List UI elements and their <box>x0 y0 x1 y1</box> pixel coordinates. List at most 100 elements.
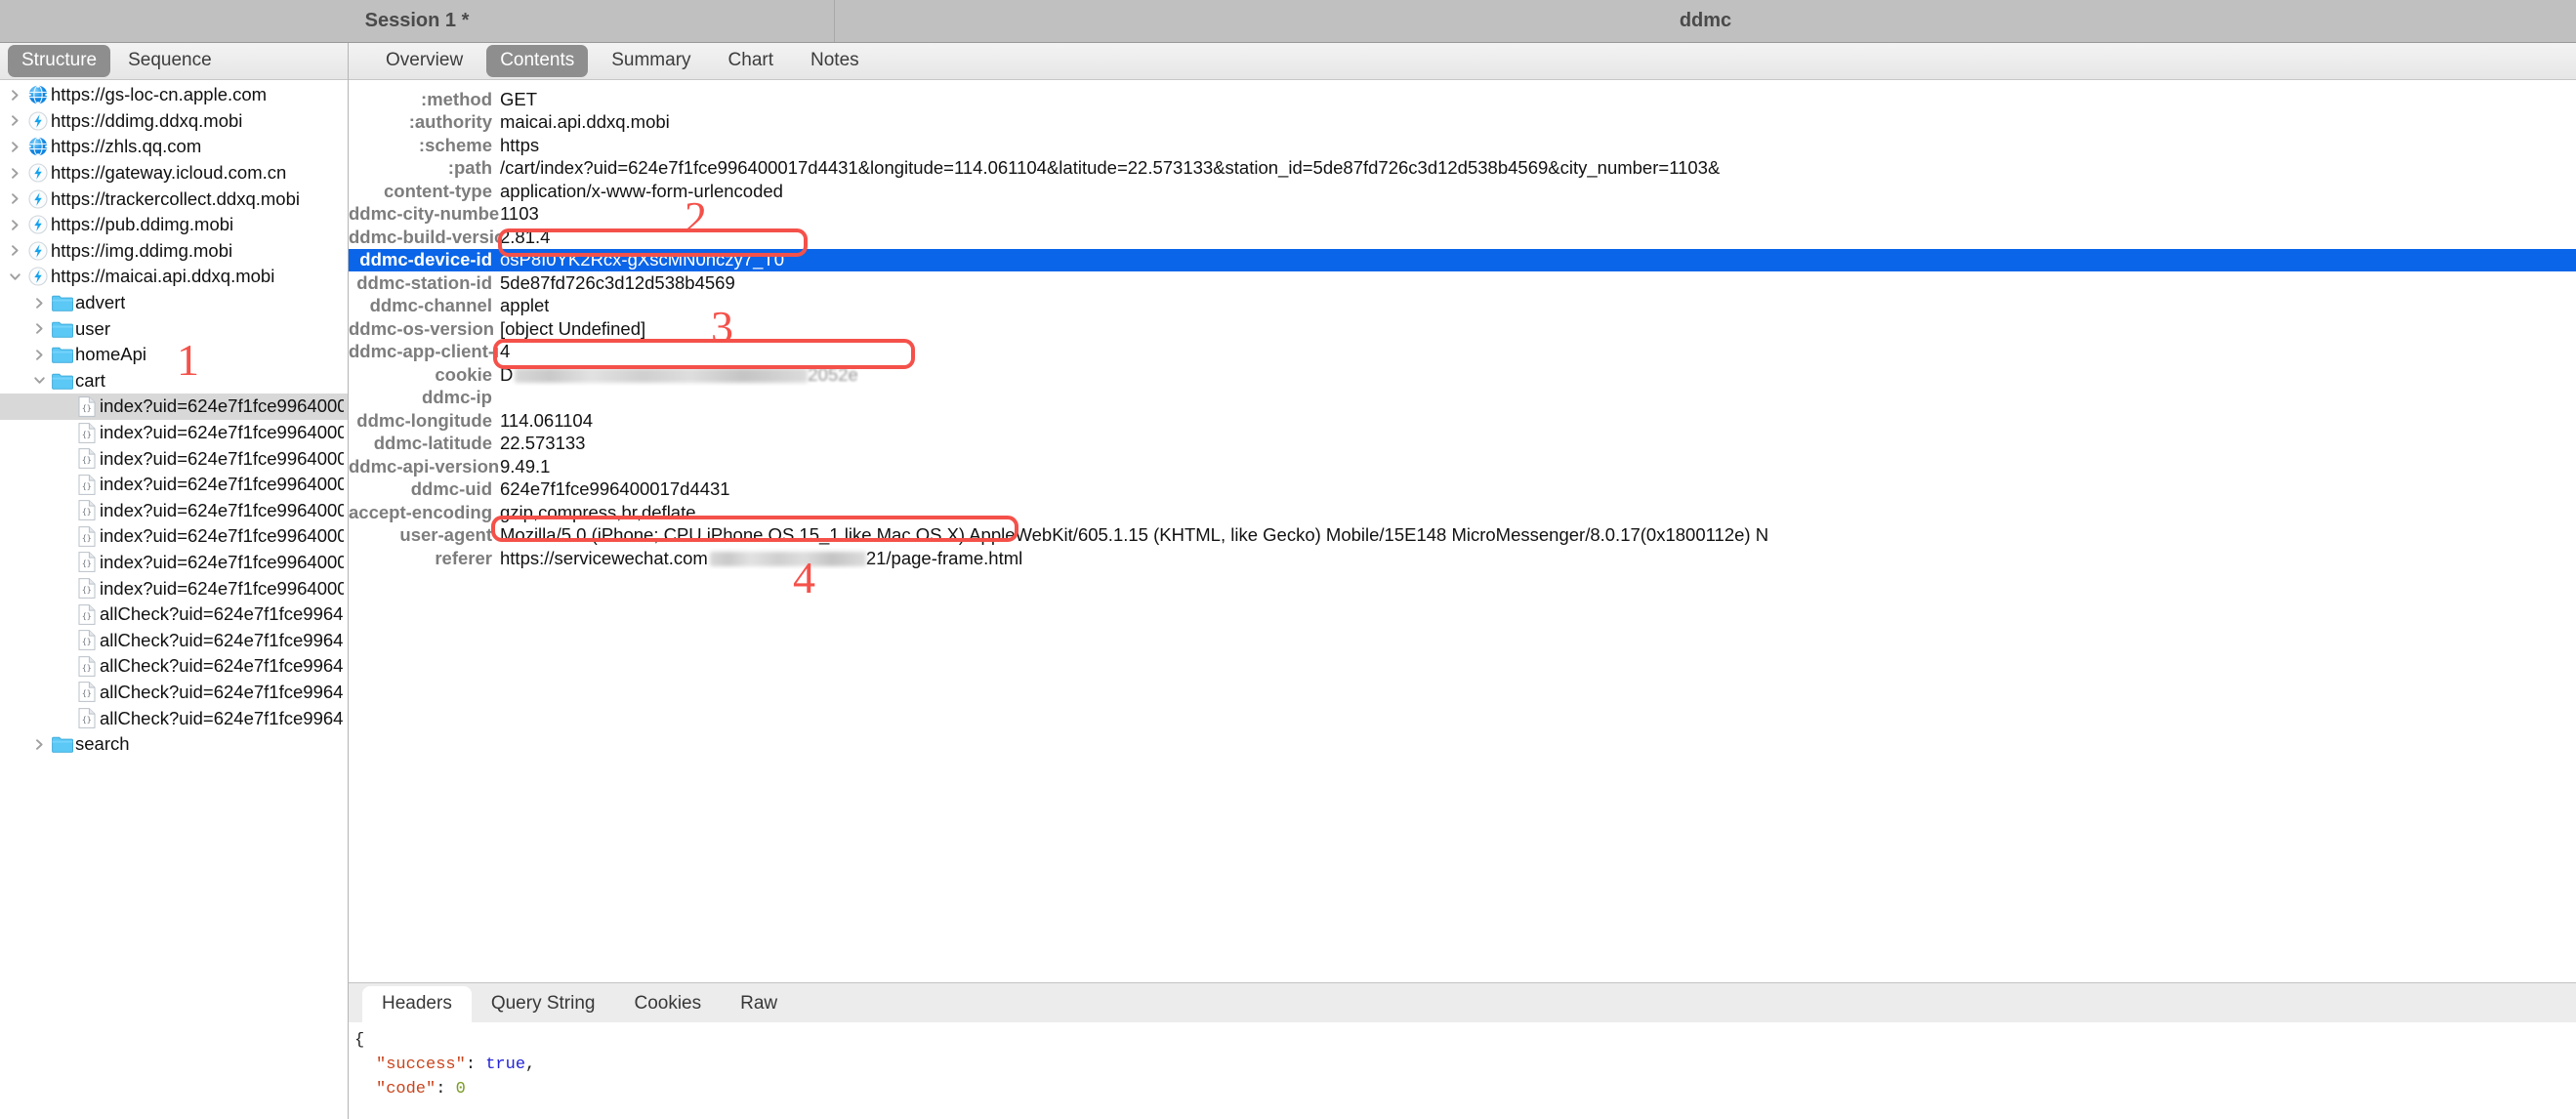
tree-row[interactable]: {}index?uid=624e7f1fce996400017d4431 <box>0 420 348 446</box>
host-tree[interactable]: https://gs-loc-cn.apple.comhttps://ddimg… <box>0 80 348 1119</box>
header-name: ddmc-channel <box>349 295 500 316</box>
tab-chart-label: Chart <box>728 50 773 70</box>
header-row[interactable]: ddmc-channelapplet <box>349 295 2576 318</box>
header-name: :scheme <box>349 135 500 156</box>
header-row[interactable]: :authoritymaicai.api.ddxq.mobi <box>349 111 2576 135</box>
tab-sequence[interactable]: Sequence <box>114 45 226 77</box>
header-row[interactable]: accept-encodinggzip,compress,br,deflate <box>349 501 2576 524</box>
tree-row[interactable]: search <box>0 731 348 758</box>
header-row[interactable]: ddmc-app-client-id4 <box>349 341 2576 364</box>
tree-row[interactable]: {}index?uid=624e7f1fce996400017d4431 <box>0 394 348 420</box>
tree-row[interactable]: {}index?uid=624e7f1fce996400017d4431 <box>0 575 348 601</box>
tree-row[interactable]: https://zhls.qq.com <box>0 134 348 160</box>
json-colon-1: : <box>466 1056 485 1074</box>
header-value: 624e7f1fce996400017d4431 <box>500 478 730 500</box>
header-row[interactable]: ddmc-api-version9.49.1 <box>349 455 2576 478</box>
tab-summary[interactable]: Summary <box>598 45 704 77</box>
header-row[interactable]: user-agentMozilla/5.0 (iPhone; CPU iPhon… <box>349 524 2576 548</box>
header-row[interactable]: :methodGET <box>349 88 2576 111</box>
window-tab-ddmc[interactable]: ddmc <box>835 0 2576 42</box>
json-file-icon: {} <box>74 682 100 702</box>
tree-row[interactable]: {}index?uid=624e7f1fce996400017d4431 <box>0 550 348 576</box>
tree-row[interactable]: https://gs-loc-cn.apple.com <box>0 82 348 108</box>
json-viewer[interactable]: { "success": true, "code": 0 <box>349 1022 2576 1119</box>
tree-row[interactable]: homeApi <box>0 342 348 368</box>
tree-row[interactable]: advert <box>0 290 348 316</box>
header-value: 9.49.1 <box>500 456 550 477</box>
tree-row[interactable]: https://maicai.api.ddxq.mobi <box>0 264 348 290</box>
chevron-right-icon[interactable] <box>4 114 25 127</box>
header-row[interactable]: content-typeapplication/x-www-form-urlen… <box>349 180 2576 203</box>
header-row[interactable]: ddmc-ip <box>349 387 2576 410</box>
chevron-right-icon[interactable] <box>4 244 25 257</box>
chevron-right-icon[interactable] <box>4 192 25 205</box>
header-row[interactable]: ddmc-uid624e7f1fce996400017d4431 <box>349 478 2576 502</box>
tab-headers[interactable]: Headers <box>362 986 472 1022</box>
tree-row[interactable]: {}allCheck?uid=624e7f1fce996400017d4431 <box>0 601 348 628</box>
chevron-right-icon[interactable] <box>4 167 25 180</box>
tree-row[interactable]: {}allCheck?uid=624e7f1fce996400017d4431 <box>0 653 348 680</box>
chevron-down-icon[interactable] <box>4 270 25 283</box>
header-row[interactable]: ddmc-device-idosP8I0YK2Rcx-gXscMN0nczy7_… <box>349 249 2576 272</box>
tree-row[interactable]: cart <box>0 368 348 394</box>
chevron-down-icon[interactable] <box>28 374 50 387</box>
tree-row[interactable]: https://trackercollect.ddxq.mobi <box>0 186 348 212</box>
tree-row-label: index?uid=624e7f1fce996400017d4431 <box>100 500 344 521</box>
tree-row[interactable]: user <box>0 315 348 342</box>
json-colon-2: : <box>436 1080 455 1098</box>
tree-row[interactable]: {}allCheck?uid=624e7f1fce996400017d4431 <box>0 680 348 706</box>
window-tab-bar: Session 1 * ddmc <box>0 0 2576 43</box>
tab-contents[interactable]: Contents <box>486 45 588 77</box>
tree-row[interactable]: https://ddimg.ddxq.mobi <box>0 108 348 135</box>
header-row[interactable]: ddmc-latitude22.573133 <box>349 433 2576 456</box>
tab-raw[interactable]: Raw <box>721 986 797 1022</box>
header-row[interactable]: cookieD2052e <box>349 363 2576 387</box>
header-row[interactable]: ddmc-city-number1103 <box>349 203 2576 227</box>
header-row[interactable]: refererhttps://servicewechat.com21/page-… <box>349 547 2576 570</box>
tab-cookies[interactable]: Cookies <box>614 986 721 1022</box>
tree-row-label: https://img.ddimg.mobi <box>51 240 232 262</box>
chevron-right-icon[interactable] <box>28 297 50 310</box>
tab-structure[interactable]: Structure <box>8 45 110 77</box>
chevron-right-icon[interactable] <box>4 141 25 153</box>
json-file-icon: {} <box>74 475 100 495</box>
json-file-icon: {} <box>74 630 100 650</box>
tree-row[interactable]: https://pub.ddimg.mobi <box>0 212 348 238</box>
tab-query-string[interactable]: Query String <box>472 986 615 1022</box>
tree-row[interactable]: {}index?uid=624e7f1fce996400017d4431 <box>0 472 348 498</box>
tab-chart[interactable]: Chart <box>715 45 787 77</box>
header-row[interactable]: :path/cart/index?uid=624e7f1fce996400017… <box>349 157 2576 181</box>
chevron-right-icon[interactable] <box>4 219 25 231</box>
window-tab-session-1[interactable]: Session 1 * <box>0 0 835 42</box>
tree-row[interactable]: {}index?uid=624e7f1fce996400017d4431 <box>0 498 348 524</box>
header-name: ddmc-longitude <box>349 410 500 432</box>
tab-notes[interactable]: Notes <box>797 45 873 77</box>
header-row[interactable]: ddmc-longitude114.061104 <box>349 409 2576 433</box>
svg-text:{}: {} <box>82 559 92 568</box>
header-row[interactable]: :schemehttps <box>349 134 2576 157</box>
bolt-icon <box>25 111 51 131</box>
header-value: [object Undefined] <box>500 318 645 340</box>
chevron-right-icon[interactable] <box>28 349 50 361</box>
request-headers-list[interactable]: :methodGET:authoritymaicai.api.ddxq.mobi… <box>349 80 2576 982</box>
tab-overview[interactable]: Overview <box>372 45 477 77</box>
json-file-icon: {} <box>74 526 100 547</box>
svg-text:{}: {} <box>82 403 92 413</box>
header-row[interactable]: ddmc-os-version[object Undefined] <box>349 317 2576 341</box>
tree-row[interactable]: https://img.ddimg.mobi <box>0 238 348 265</box>
chevron-right-icon[interactable] <box>4 89 25 102</box>
header-row[interactable]: ddmc-build-version2.81.4 <box>349 226 2576 249</box>
tree-row[interactable]: https://gateway.icloud.com.cn <box>0 160 348 186</box>
tree-row[interactable]: {}allCheck?uid=624e7f1fce996400017d4431 <box>0 705 348 731</box>
tree-row[interactable]: {}index?uid=624e7f1fce996400017d4431 <box>0 445 348 472</box>
bolt-icon <box>25 189 51 209</box>
tab-structure-label: Structure <box>21 50 97 70</box>
header-value: maicai.api.ddxq.mobi <box>500 111 670 133</box>
tree-row[interactable]: {}index?uid=624e7f1fce996400017d4431 <box>0 523 348 550</box>
header-row[interactable]: ddmc-station-id5de87fd726c3d12d538b4569 <box>349 271 2576 295</box>
chevron-right-icon[interactable] <box>28 738 50 751</box>
tree-row[interactable]: {}allCheck?uid=624e7f1fce996400017d4431 <box>0 627 348 653</box>
header-value: D2052e <box>500 364 858 386</box>
header-value: 22.573133 <box>500 433 585 454</box>
chevron-right-icon[interactable] <box>28 322 50 335</box>
